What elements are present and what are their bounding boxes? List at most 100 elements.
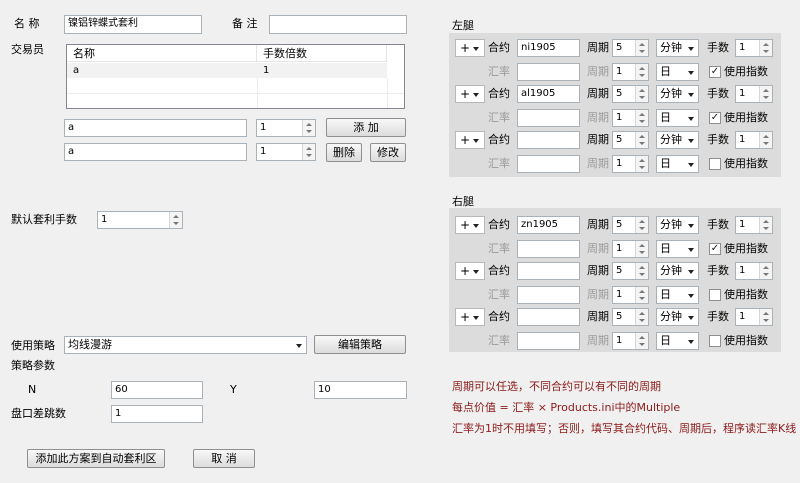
spinner-arrows-icon[interactable] — [635, 64, 648, 80]
period-unit-select[interactable]: 分钟 — [656, 39, 699, 57]
rate-unit-select[interactable]: 日 — [656, 63, 699, 81]
sign-select[interactable]: + — [455, 216, 485, 234]
sign-select[interactable]: + — [455, 308, 485, 326]
period-unit-select[interactable]: 分钟 — [656, 308, 699, 326]
lots-spinner[interactable]: 1 — [735, 216, 773, 234]
name-input[interactable]: 镍铝锌蝶式套利 — [64, 15, 202, 34]
spinner-arrows-icon[interactable] — [302, 120, 315, 136]
spinner-arrows-icon[interactable] — [635, 263, 648, 279]
lots-spinner[interactable]: 1 — [735, 308, 773, 326]
spinner-arrows-icon[interactable] — [635, 40, 648, 56]
use-index-checkbox[interactable]: ✓ — [709, 112, 721, 124]
add-trader-button[interactable]: 添 加 — [326, 118, 406, 137]
lots-spinner[interactable]: 1 — [735, 85, 773, 103]
spinner-arrows-icon[interactable] — [635, 110, 648, 126]
lots-spinner[interactable]: 1 — [735, 131, 773, 149]
rate-input[interactable] — [517, 286, 580, 304]
trader1-name-input[interactable]: a — [64, 119, 247, 137]
table-row[interactable]: a 1 — [67, 63, 387, 78]
contract-input[interactable] — [517, 131, 580, 149]
strategy-select[interactable]: 均线漫游 — [64, 336, 307, 354]
rate-label: 汇率 — [488, 334, 510, 347]
rate-unit-select[interactable]: 日 — [656, 109, 699, 127]
spinner-arrows-icon[interactable] — [302, 144, 315, 160]
spinner-arrows-icon[interactable] — [759, 309, 772, 325]
delete-button[interactable]: 删除 — [326, 143, 362, 162]
rate-input[interactable] — [517, 63, 580, 81]
period-unit-select[interactable]: 分钟 — [656, 262, 699, 280]
rate-input[interactable] — [517, 109, 580, 127]
lots-spinner[interactable]: 1 — [735, 262, 773, 280]
rate-unit-select[interactable]: 日 — [656, 240, 699, 258]
slippage-input[interactable]: 1 — [111, 405, 203, 423]
spinner-arrows-icon[interactable] — [635, 241, 648, 257]
spinner-arrows-icon[interactable] — [759, 132, 772, 148]
add-plan-button[interactable]: 添加此方案到自动套利区 — [27, 449, 165, 468]
sign-select[interactable]: + — [455, 131, 485, 149]
use-index-checkbox[interactable] — [709, 289, 721, 301]
spinner-arrows-icon[interactable] — [635, 333, 648, 349]
sign-select[interactable]: + — [455, 85, 485, 103]
param-y-input[interactable]: 10 — [314, 381, 407, 399]
spinner-arrows-icon[interactable] — [635, 309, 648, 325]
trader1-qty-spinner[interactable]: 1 — [256, 119, 316, 137]
spinner-arrows-icon[interactable] — [635, 86, 648, 102]
default-qty-spinner[interactable]: 1 — [97, 211, 183, 229]
use-index-checkbox[interactable]: ✓ — [709, 66, 721, 78]
rate-unit-select[interactable]: 日 — [656, 155, 699, 173]
rate-period-spinner[interactable]: 1 — [612, 286, 649, 304]
sign-select[interactable]: + — [455, 262, 485, 280]
spinner-arrows-icon[interactable] — [759, 40, 772, 56]
use-index-checkbox[interactable] — [709, 158, 721, 170]
rate-period-spinner[interactable]: 1 — [612, 63, 649, 81]
contract-input[interactable]: zn1905 — [517, 216, 580, 234]
edit-strategy-button[interactable]: 编辑策略 — [314, 335, 406, 354]
contract-input[interactable] — [517, 262, 580, 280]
spinner-arrows-icon[interactable] — [169, 212, 182, 228]
rate-period-spinner[interactable]: 1 — [612, 155, 649, 173]
lots-spinner[interactable]: 1 — [735, 39, 773, 57]
period-unit-select[interactable]: 分钟 — [656, 216, 699, 234]
period-spinner[interactable]: 5 — [612, 131, 649, 149]
contract-input[interactable]: al1905 — [517, 85, 580, 103]
grid-header-name[interactable]: 名称 — [67, 45, 257, 62]
period-spinner[interactable]: 5 — [612, 85, 649, 103]
rate-period-spinner-value: 1 — [616, 66, 623, 77]
spinner-arrows-icon[interactable] — [635, 287, 648, 303]
lots-spinner-value: 1 — [739, 311, 746, 322]
rate-unit-select[interactable]: 日 — [656, 332, 699, 350]
trader-grid[interactable]: 名称 手数倍数 a 1 — [66, 44, 405, 109]
period-spinner[interactable]: 5 — [612, 308, 649, 326]
period-unit-select[interactable]: 分钟 — [656, 85, 699, 103]
period-unit-select[interactable]: 分钟 — [656, 131, 699, 149]
period-spinner[interactable]: 5 — [612, 262, 649, 280]
param-n-input[interactable]: 60 — [111, 381, 203, 399]
contract-input[interactable]: ni1905 — [517, 39, 580, 57]
use-index-checkbox[interactable]: ✓ — [709, 243, 721, 255]
rate-unit-select[interactable]: 日 — [656, 286, 699, 304]
spinner-arrows-icon[interactable] — [759, 217, 772, 233]
period-unit-select-value: 分钟 — [660, 218, 682, 231]
use-index-checkbox[interactable] — [709, 335, 721, 347]
period-spinner[interactable]: 5 — [612, 216, 649, 234]
trader2-name-input[interactable]: a — [64, 143, 247, 161]
rate-period-spinner[interactable]: 1 — [612, 109, 649, 127]
remark-input[interactable] — [269, 15, 407, 34]
contract-input[interactable] — [517, 308, 580, 326]
cancel-button[interactable]: 取 消 — [193, 449, 255, 468]
rate-period-spinner[interactable]: 1 — [612, 332, 649, 350]
spinner-arrows-icon[interactable] — [759, 263, 772, 279]
spinner-arrows-icon[interactable] — [635, 132, 648, 148]
rate-input[interactable] — [517, 332, 580, 350]
trader2-qty-spinner[interactable]: 1 — [256, 143, 316, 161]
period-spinner[interactable]: 5 — [612, 39, 649, 57]
spinner-arrows-icon[interactable] — [635, 156, 648, 172]
sign-select[interactable]: + — [455, 39, 485, 57]
grid-header-qty[interactable]: 手数倍数 — [257, 45, 387, 62]
modify-button[interactable]: 修改 — [370, 143, 406, 162]
spinner-arrows-icon[interactable] — [635, 217, 648, 233]
rate-input[interactable] — [517, 155, 580, 173]
spinner-arrows-icon[interactable] — [759, 86, 772, 102]
rate-input[interactable] — [517, 240, 580, 258]
rate-period-spinner[interactable]: 1 — [612, 240, 649, 258]
